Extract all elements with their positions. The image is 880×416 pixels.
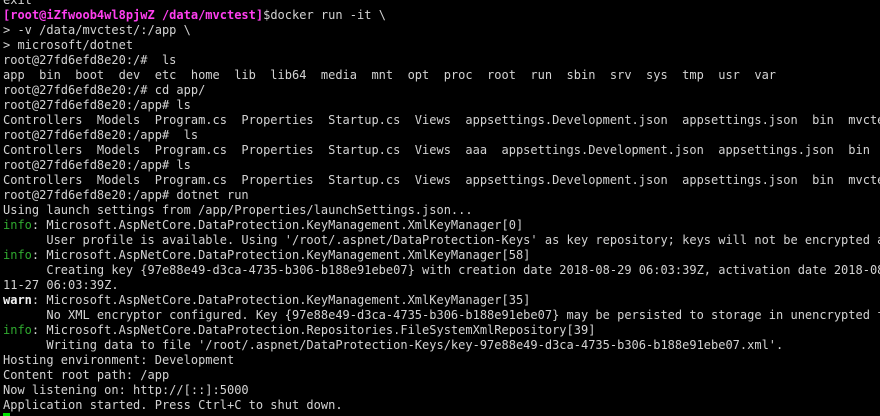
terminal-line: Controllers Models Program.cs Properties… (3, 173, 880, 188)
line-text: root@27fd6efd8e20:/app# ls (3, 158, 191, 172)
terminal-line: 11-27 06:03:39Z. (3, 278, 880, 293)
log-level-warn: warn (3, 293, 32, 307)
line-text: No XML encryptor configured. Key {97e88e… (3, 308, 880, 322)
log-level-info: info (3, 323, 32, 337)
line-text: root@27fd6efd8e20:/app# ls (3, 128, 199, 142)
line-text: User profile is available. Using '/root/… (3, 233, 880, 247)
terminal-line: root@27fd6efd8e20:/# ls (3, 53, 880, 68)
terminal-line: warn: Microsoft.AspNetCore.DataProtectio… (3, 293, 880, 308)
terminal-line: root@27fd6efd8e20:/app# ls (3, 158, 880, 173)
terminal-line: Hosting environment: Development (3, 353, 880, 368)
line-text: Controllers Models Program.cs Properties… (3, 113, 880, 127)
terminal-line: > -v /data/mvctest/:/app \ (3, 23, 880, 38)
line-text: 11-27 06:03:39Z. (3, 278, 119, 292)
log-level-info: info (3, 218, 32, 232)
line-text: root@27fd6efd8e20:/app# ls (3, 98, 191, 112)
terminal-line: Content root path: /app (3, 368, 880, 383)
line-text: $docker run -it \ (263, 8, 386, 22)
line-text: root@27fd6efd8e20:/app# dotnet run (3, 188, 249, 202)
terminal-window[interactable]: exit [root@iZfwoob4wl8pjwZ /data/mvctest]… (0, 0, 880, 416)
line-text: exit (3, 0, 32, 7)
line-text: app bin boot dev etc home lib lib64 medi… (3, 68, 777, 82)
line-text: Using launch settings from /app/Properti… (3, 203, 473, 217)
line-text: Hosting environment: Development (3, 353, 235, 367)
line-text: : Microsoft.AspNetCore.DataProtection.Ke… (31, 218, 524, 232)
terminal-line: Controllers Models Program.cs Properties… (3, 143, 880, 158)
line-text: Controllers Models Program.cs Properties… (3, 143, 880, 157)
line-text: Controllers Models Program.cs Properties… (3, 173, 880, 187)
terminal-line: User profile is available. Using '/root/… (3, 233, 880, 248)
terminal-line: > microsoft/dotnet (3, 38, 880, 53)
shell-prompt: [root@iZfwoob4wl8pjwZ /data/mvctest] (3, 8, 264, 22)
terminal-line: info: Microsoft.AspNetCore.DataProtectio… (3, 323, 880, 338)
line-text: Writing data to file '/root/.aspnet/Data… (3, 338, 784, 352)
terminal-line: Creating key {97e88e49-d3ca-4735-b306-b1… (3, 263, 880, 278)
terminal-line: Now listening on: http://[::]:5000 (3, 383, 880, 398)
line-text: > -v /data/mvctest/:/app \ (3, 23, 191, 37)
terminal-line: info: Microsoft.AspNetCore.DataProtectio… (3, 248, 880, 263)
terminal-line: No XML encryptor configured. Key {97e88e… (3, 308, 880, 323)
terminal-line: Controllers Models Program.cs Properties… (3, 113, 880, 128)
terminal-line: exit (3, 0, 880, 8)
terminal-line: root@27fd6efd8e20:/app# ls (3, 128, 880, 143)
terminal-line: [root@iZfwoob4wl8pjwZ /data/mvctest]$doc… (3, 8, 880, 23)
terminal-line: info: Microsoft.AspNetCore.DataProtectio… (3, 218, 880, 233)
line-text: Content root path: /app (3, 368, 170, 382)
terminal-line: root@27fd6efd8e20:/# cd app/ (3, 83, 880, 98)
terminal-line: Application started. Press Ctrl+C to shu… (3, 398, 880, 413)
terminal-line: Using launch settings from /app/Properti… (3, 203, 880, 218)
terminal-line: root@27fd6efd8e20:/app# ls (3, 98, 880, 113)
terminal-line: root@27fd6efd8e20:/app# dotnet run (3, 188, 880, 203)
terminal-output: exit [root@iZfwoob4wl8pjwZ /data/mvctest]… (3, 0, 880, 416)
line-text: root@27fd6efd8e20:/# ls (3, 53, 177, 67)
line-text: Application started. Press Ctrl+C to shu… (3, 398, 343, 412)
line-text: Creating key {97e88e49-d3ca-4735-b306-b1… (3, 263, 880, 277)
line-text: > microsoft/dotnet (3, 38, 134, 52)
line-text: : Microsoft.AspNetCore.DataProtection.Re… (31, 323, 596, 337)
line-text: : Microsoft.AspNetCore.DataProtection.Ke… (31, 248, 531, 262)
line-text: Now listening on: http://[::]:5000 (3, 383, 249, 397)
line-text: : Microsoft.AspNetCore.DataProtection.Ke… (31, 293, 531, 307)
log-level-info: info (3, 248, 32, 262)
terminal-line: Writing data to file '/root/.aspnet/Data… (3, 338, 880, 353)
terminal-line: app bin boot dev etc home lib lib64 medi… (3, 68, 880, 83)
line-text: root@27fd6efd8e20:/# cd app/ (3, 83, 206, 97)
